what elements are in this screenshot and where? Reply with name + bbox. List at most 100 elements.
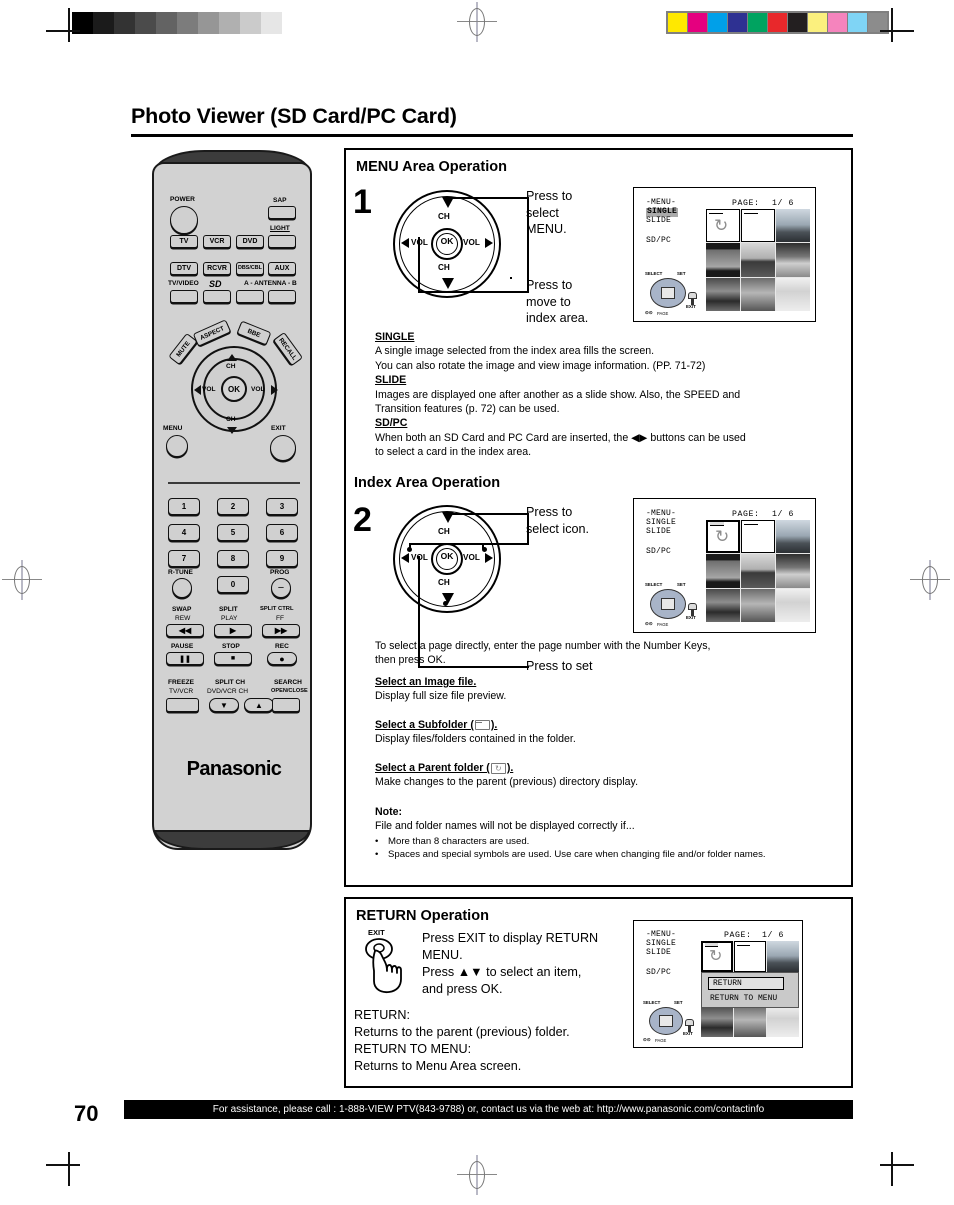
osd3-page-label: PAGE: xyxy=(724,931,752,940)
ok-button[interactable]: OK xyxy=(221,376,247,402)
dial-ch-up-label: CH xyxy=(438,212,450,221)
aspect-button[interactable]: ASPECT xyxy=(192,319,232,347)
prog-button[interactable]: − xyxy=(271,578,291,598)
index-intro-line-2: then press OK. xyxy=(375,654,446,667)
num-1-button[interactable]: 1 xyxy=(168,498,200,515)
num-7-button[interactable]: 7 xyxy=(168,550,200,567)
item-2-term-end: ). xyxy=(490,719,498,731)
parent-folder-thumb-3[interactable]: ↻ xyxy=(701,941,733,973)
step-2-number: 2 xyxy=(353,501,372,539)
freeze-button[interactable] xyxy=(166,698,199,712)
remote-body: POWER SAP LIGHT TV VCR DVD DTV RCVR DBS/… xyxy=(152,162,312,850)
search-button[interactable] xyxy=(272,698,300,712)
record-button[interactable]: ● xyxy=(267,652,297,665)
osd3-sdpc-label[interactable]: SD/PC xyxy=(646,968,671,978)
image-thumb-2[interactable] xyxy=(706,243,740,277)
rewind-button[interactable]: ◀◀ xyxy=(166,624,204,637)
image-thumb3-6[interactable] xyxy=(734,1005,766,1037)
folder-icon xyxy=(474,720,490,731)
subfolder-thumb-3[interactable] xyxy=(734,941,766,973)
power-button[interactable] xyxy=(170,206,198,234)
num-0-button[interactable]: 0 xyxy=(217,576,249,593)
osd-slide-label[interactable]: SLIDE xyxy=(646,216,671,226)
dtv-button[interactable]: DTV xyxy=(170,262,198,275)
r-tune-button[interactable] xyxy=(172,578,192,598)
light-label: LIGHT xyxy=(270,225,290,232)
play-button[interactable]: ▶ xyxy=(214,624,252,637)
return-panel: RETURN Operation EXIT Press EXIT to disp… xyxy=(344,897,853,1088)
image-thumb-5[interactable] xyxy=(706,277,740,311)
vcr-button[interactable]: VCR xyxy=(203,235,231,248)
wheel-ch-down-label: CH xyxy=(226,416,236,423)
image-thumb3-7[interactable] xyxy=(767,1005,799,1037)
grayscale-swatch-8 xyxy=(240,12,261,34)
image-thumb2-1[interactable] xyxy=(776,520,810,554)
image-thumb3-5[interactable] xyxy=(701,1005,733,1037)
note-block: Note: File and folder names will not be … xyxy=(375,805,845,862)
num-6-button[interactable]: 6 xyxy=(266,524,298,541)
grayscale-swatch-9 xyxy=(261,12,282,34)
item-1-desc: Display full size file preview. xyxy=(375,690,507,703)
channel-down-button[interactable]: ▼ xyxy=(209,698,239,712)
item-3-desc: Make changes to the parent (previous) di… xyxy=(375,776,639,789)
return-exit-label: EXIT xyxy=(368,928,385,937)
parent-folder-thumb-selected[interactable]: ↻ xyxy=(706,520,740,554)
image-thumb2-5[interactable] xyxy=(706,588,740,622)
image-thumb2-2[interactable] xyxy=(706,554,740,588)
split-ch-label: SPLIT CH xyxy=(215,679,246,686)
subfolder-thumb-2[interactable] xyxy=(741,520,775,554)
grayscale-swatch-4 xyxy=(156,12,177,34)
sd-button[interactable] xyxy=(203,290,231,303)
num-3-button[interactable]: 3 xyxy=(266,498,298,515)
return-menu-item-return-to-menu[interactable]: RETURN TO MENU xyxy=(710,994,777,1003)
tv-video-button[interactable] xyxy=(170,290,198,303)
num-4-button[interactable]: 4 xyxy=(168,524,200,541)
image-thumb-6[interactable] xyxy=(741,277,775,311)
note-label: Note: xyxy=(375,806,403,818)
num-2-button[interactable]: 2 xyxy=(217,498,249,515)
r-tune-label: R-TUNE xyxy=(168,569,193,576)
image-thumb-4[interactable] xyxy=(776,243,810,277)
dial2-ok-label: OK xyxy=(440,551,454,561)
aux-button[interactable]: AUX xyxy=(268,262,296,275)
osd2-sdpc-label[interactable]: SD/PC xyxy=(646,547,671,557)
parent-folder-thumb[interactable]: ↻ xyxy=(706,209,740,243)
image-thumb-7[interactable] xyxy=(776,277,810,311)
exit-button[interactable] xyxy=(270,435,296,461)
dial-left-arrow-icon xyxy=(401,238,409,248)
num-9-button[interactable]: 9 xyxy=(266,550,298,567)
recall-button[interactable]: RECALL xyxy=(272,331,304,367)
osd-sdpc-label[interactable]: SD/PC xyxy=(646,236,671,246)
sap-button[interactable] xyxy=(268,206,296,219)
dvd-button[interactable]: DVD xyxy=(236,235,264,248)
grayscale-swatch-2 xyxy=(114,12,135,34)
antenna-a-button[interactable] xyxy=(236,290,264,303)
channel-up-button[interactable]: ▲ xyxy=(244,698,274,712)
subfolder-thumb[interactable] xyxy=(741,209,775,243)
antenna-b-button[interactable] xyxy=(268,290,296,303)
fast-forward-button[interactable]: ▶▶ xyxy=(262,624,300,637)
image-thumb2-3[interactable] xyxy=(741,554,775,588)
rcvr-button[interactable]: RCVR xyxy=(203,262,231,275)
osd-page-label: PAGE: xyxy=(732,199,760,208)
mute-button[interactable]: MUTE xyxy=(168,332,198,366)
num-5-button[interactable]: 5 xyxy=(217,524,249,541)
image-thumb2-7[interactable] xyxy=(776,588,810,622)
image-thumb-1[interactable] xyxy=(776,209,810,243)
menu-button[interactable] xyxy=(166,435,188,457)
dbs-cbl-button[interactable]: DBS/CBL xyxy=(236,262,264,275)
bbe-button[interactable]: BBE xyxy=(236,320,272,346)
tv-button[interactable]: TV xyxy=(170,235,198,248)
pause-button[interactable]: ❚❚ xyxy=(166,652,204,665)
image-thumb2-4[interactable] xyxy=(776,554,810,588)
image-thumb-3[interactable] xyxy=(741,243,775,277)
stop-button[interactable]: ■ xyxy=(214,652,252,665)
image-thumb2-6[interactable] xyxy=(741,588,775,622)
num-8-button[interactable]: 8 xyxy=(217,550,249,567)
wheel-up-arrow-icon xyxy=(227,354,237,361)
osd2-slide-label[interactable]: SLIDE xyxy=(646,527,671,537)
return-menu-item-return[interactable]: RETURN xyxy=(708,977,784,990)
image-thumb3-1[interactable] xyxy=(767,941,799,973)
light-button[interactable] xyxy=(268,235,296,248)
osd3-slide-label[interactable]: SLIDE xyxy=(646,948,671,958)
